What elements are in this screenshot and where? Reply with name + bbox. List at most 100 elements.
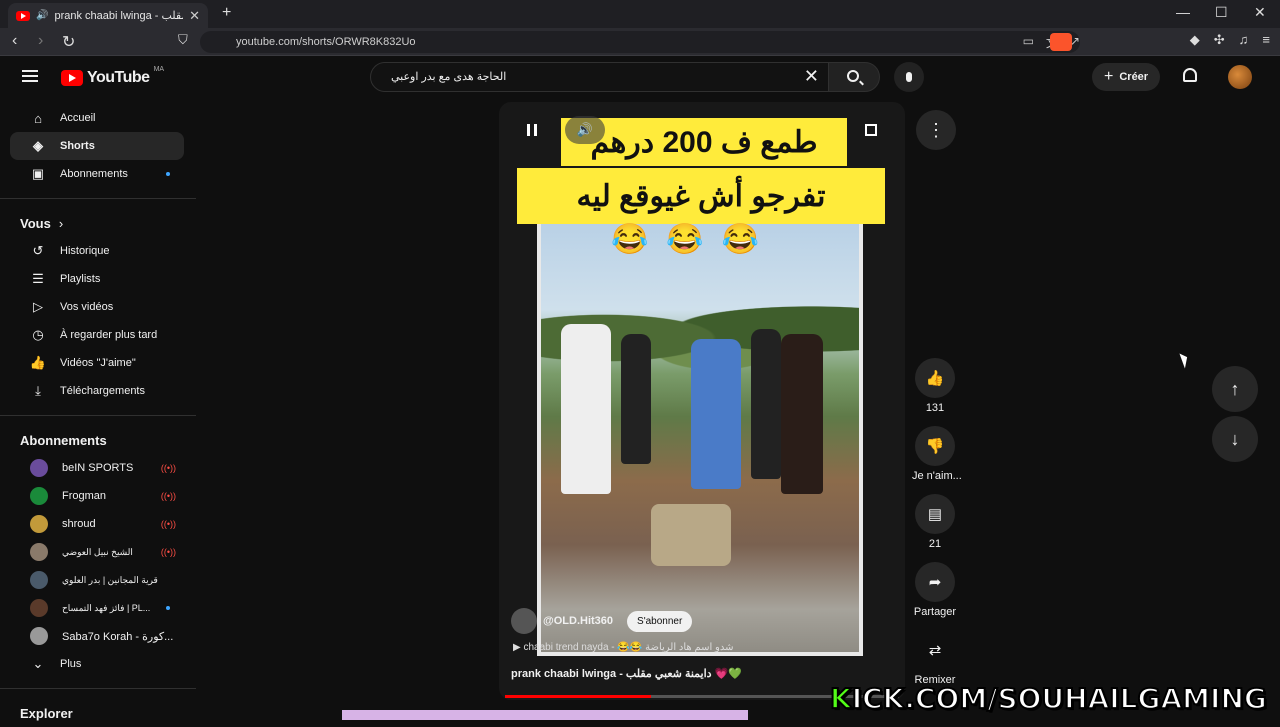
clear-search-icon[interactable]: ✕	[804, 66, 819, 87]
media-icon[interactable]: ♫	[1239, 32, 1249, 48]
account-avatar[interactable]	[1228, 65, 1252, 89]
sidebar-channel[interactable]: Frogman ((•))	[10, 482, 184, 510]
youtube-logo[interactable]: YouTube MA	[61, 66, 164, 87]
sidebar-channel[interactable]: beIN SPORTS ((•))	[10, 454, 184, 482]
sidebar-item-liked-videos[interactable]: 👍 Vidéos "J'aime"	[10, 349, 184, 377]
sidebar-you-heading[interactable]: Vous ›	[0, 209, 196, 237]
sidebar-item-more[interactable]: ⌄ Plus	[10, 650, 184, 678]
sidebar-item-watch-later[interactable]: ◷ À regarder plus tard	[10, 321, 184, 349]
search-input[interactable]: الحاجة هدى مع بدر اوعبي ✕	[370, 62, 830, 92]
more-vert-icon: ⋮	[927, 119, 945, 140]
video-title[interactable]: prank chaabi lwinga - دايمنة شعبي مقلب 💗…	[511, 667, 742, 680]
brave-shield-icon[interactable]	[1050, 33, 1072, 51]
maximize-button[interactable]: ☐	[1215, 4, 1228, 21]
menu-icon[interactable]: ≡	[1262, 32, 1270, 48]
thumbs-up-icon: 👍	[29, 355, 47, 370]
comments-button[interactable]: ▤	[915, 494, 955, 534]
subscribe-button[interactable]: S'abonner	[627, 610, 693, 632]
channel-name: shroud	[62, 518, 96, 530]
close-window-button[interactable]: ✕	[1254, 4, 1266, 21]
sidebar-item-home[interactable]: ⌂ Accueil	[10, 104, 184, 132]
kick-rest: ICK.COM/SOUHAILGAMING	[851, 681, 1268, 716]
channel-row: @OLD.Hit360 S'abonner	[511, 608, 693, 634]
extensions-icon[interactable]: ✣	[1214, 32, 1225, 48]
sidebar-item-your-videos[interactable]: ▷ Vos vidéos	[10, 293, 184, 321]
speaker-icon: 🔊	[576, 122, 594, 137]
address-bar[interactable]: youtube.com/shorts/ORWR8K832Uo	[200, 31, 1080, 53]
sidebar-item-label: Vos vidéos	[60, 301, 114, 313]
sidebar-item-downloads[interactable]: ⤓ Téléchargements	[10, 377, 184, 405]
create-button[interactable]: + Créer	[1092, 63, 1161, 91]
thumbs-down-icon: 👎	[925, 438, 945, 455]
sidebar-channel[interactable]: shroud ((•))	[10, 510, 184, 538]
sidebar-item-shorts[interactable]: ◈ Shorts	[10, 132, 184, 160]
wallet-icon[interactable]: ◆	[1190, 32, 1200, 48]
voice-search-button[interactable]	[894, 62, 924, 92]
volume-button[interactable]: 🔊	[565, 116, 605, 144]
sidebar-item-subscriptions[interactable]: ▣ Abonnements	[10, 160, 184, 188]
channel-handle[interactable]: @OLD.Hit360	[543, 615, 613, 627]
channel-avatar	[30, 487, 48, 505]
sidebar-item-label: Shorts	[60, 140, 95, 152]
home-icon: ⌂	[34, 110, 42, 126]
arrow-up-icon: ↑	[1230, 378, 1240, 399]
channel-name: Saba7o Korah - كورة...	[62, 630, 174, 643]
cast-icon[interactable]: ▭	[1023, 34, 1034, 51]
speaker-icon[interactable]: 🔊	[36, 10, 48, 21]
comment-icon: ▤	[927, 506, 943, 523]
mouse-cursor-icon	[1179, 351, 1191, 369]
video-description[interactable]: ▶ chaabi trend nayda - 😂😂 شدو اسم هاد ال…	[513, 642, 734, 653]
playlists-icon: ☰	[32, 271, 44, 286]
remix-icon: ⇄	[928, 642, 942, 659]
sidebar-item-history[interactable]: ↺ Historique	[10, 237, 184, 265]
next-short-button[interactable]: ↓	[1212, 416, 1258, 462]
stream-overlay-bar	[342, 710, 748, 720]
shorts-player[interactable]: طمع ف 200 درهم تفرجو أش غيوقع ليه 😂😂😂 🔊 …	[499, 102, 905, 700]
youtube-header: YouTube MA الحاجة هدى مع بدر اوعبي ✕ + C…	[0, 56, 1280, 98]
back-button[interactable]: ‹	[12, 32, 17, 50]
sidebar-item-label: Historique	[60, 245, 110, 257]
chevron-right-icon: ›	[58, 215, 64, 231]
channel-avatar	[30, 571, 48, 589]
sidebar-channel[interactable]: الشيخ نبيل العوضي ((•))	[10, 538, 184, 566]
channel-name: Frogman	[62, 490, 107, 502]
share-arrow-icon: ➦	[928, 574, 942, 591]
remix-button[interactable]: ⇄	[915, 630, 955, 670]
sidebar: ⌂ Accueil ◈ Shorts ▣ Abonnements Vous › …	[0, 104, 196, 727]
sidebar-item-label: À regarder plus tard	[60, 329, 158, 341]
channel-avatar[interactable]	[511, 608, 537, 634]
reload-button[interactable]: ↻	[62, 32, 75, 52]
minimize-button[interactable]: —	[1176, 4, 1190, 20]
share-button[interactable]: ➦	[915, 562, 955, 602]
sidebar-channel[interactable]: قرية المجانين | بدر العلوي	[10, 566, 184, 594]
youtube-play-icon	[61, 70, 83, 86]
create-label: Créer	[1119, 71, 1149, 83]
search-button[interactable]	[828, 62, 880, 92]
forward-button[interactable]: ›	[38, 32, 43, 50]
video-caption-bottom: تفرجو أش غيوقع ليه	[517, 168, 885, 224]
laughing-emojis: 😂😂😂	[611, 223, 778, 256]
sidebar-channel[interactable]: Saba7o Korah - كورة...	[10, 622, 184, 650]
notifications-bell-icon[interactable]	[1183, 68, 1197, 82]
dislike-button[interactable]: 👎	[915, 426, 955, 466]
new-tab-button[interactable]: +	[222, 4, 231, 22]
divider	[0, 415, 196, 416]
fullscreen-icon[interactable]	[865, 124, 877, 136]
bookmark-icon[interactable]: ⛉	[178, 32, 188, 48]
pause-icon[interactable]	[527, 124, 537, 136]
chevron-down-icon: ⌄	[32, 656, 44, 671]
youtube-favicon-icon	[16, 10, 30, 21]
sidebar-item-playlists[interactable]: ☰ Playlists	[10, 265, 184, 293]
close-tab-icon[interactable]: ✕	[189, 8, 200, 24]
download-icon: ⤓	[35, 383, 41, 398]
channel-avatar	[30, 515, 48, 533]
sidebar-item-label: Playlists	[60, 273, 101, 285]
like-button[interactable]: 👍	[915, 358, 955, 398]
hamburger-menu-icon[interactable]	[22, 70, 38, 85]
browser-tab[interactable]: 🔊 prank chaabi lwinga - ‏مقلب ✕	[8, 3, 208, 28]
more-options-button[interactable]: ⋮	[916, 110, 956, 150]
sidebar-channel[interactable]: فائز فهد التمساح | PL...	[10, 594, 184, 622]
search-query: الحاجة هدى مع بدر اوعبي	[391, 71, 507, 83]
plus-icon: +	[1104, 68, 1114, 85]
previous-short-button[interactable]: ↑	[1212, 366, 1258, 412]
